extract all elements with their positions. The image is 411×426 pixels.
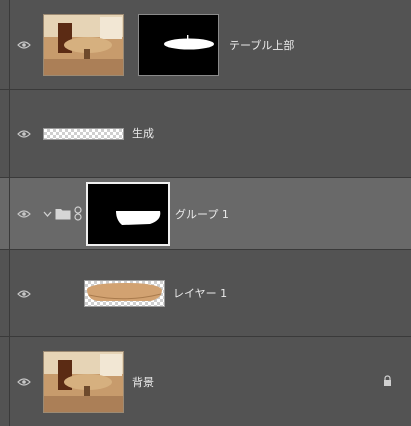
- chain-link-icon[interactable]: [74, 206, 82, 221]
- layer-name: テーブル上部: [229, 39, 295, 52]
- eye-icon[interactable]: [17, 40, 31, 50]
- lock-icon[interactable]: [383, 375, 392, 387]
- layer-row-table-top[interactable]: テーブル上部: [0, 0, 411, 90]
- row-gutter: [0, 178, 10, 249]
- row-gutter: [0, 90, 10, 177]
- row-gutter: [0, 250, 10, 336]
- layer-thumbnail-photo[interactable]: [43, 351, 124, 413]
- layer-thumbnail-photo[interactable]: [43, 14, 124, 76]
- eye-icon[interactable]: [17, 289, 31, 299]
- layer-name: グループ 1: [175, 208, 229, 221]
- layer-name: レイヤー 1: [173, 287, 228, 300]
- layer-row-generated[interactable]: 生成: [0, 90, 411, 178]
- layer-thumbnail-tabletop[interactable]: [84, 280, 165, 307]
- row-gutter: [0, 0, 10, 89]
- layer-thumbnail-transparent[interactable]: [43, 128, 124, 140]
- eye-icon[interactable]: [17, 377, 31, 387]
- chevron-down-icon[interactable]: [43, 210, 52, 218]
- group-mask-thumbnail[interactable]: [86, 182, 170, 246]
- layer-row-layer-1[interactable]: レイヤー 1: [0, 250, 411, 337]
- eye-icon[interactable]: [17, 129, 31, 139]
- folder-icon: [55, 209, 71, 220]
- row-gutter: [0, 337, 10, 426]
- layers-panel: テーブル上部 生成 グループ 1 レイヤー 1 背景: [0, 0, 411, 426]
- layer-name: 背景: [132, 376, 154, 389]
- layer-row-background[interactable]: 背景: [0, 337, 411, 426]
- layer-name: 生成: [132, 127, 154, 140]
- eye-icon[interactable]: [17, 209, 31, 219]
- layer-mask-thumbnail[interactable]: [138, 14, 219, 76]
- layer-row-group-1[interactable]: グループ 1: [0, 178, 411, 250]
